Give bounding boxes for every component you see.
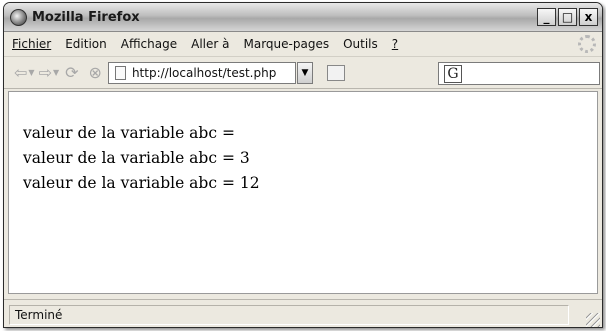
menu-edition-label: Edition <box>65 37 107 51</box>
search-box[interactable]: G <box>438 62 600 85</box>
back-dropdown-icon[interactable]: ▼ <box>28 68 34 77</box>
menu-marque-pages[interactable]: Marque-pages <box>238 37 336 51</box>
forward-arrow-icon[interactable]: ⇨ <box>39 61 52 85</box>
menu-edition[interactable]: Edition <box>59 37 113 51</box>
menu-outils[interactable]: Outils <box>337 37 384 51</box>
status-bar: Terminé <box>4 299 602 327</box>
navigation-toolbar: ⇦ ▼ ⇨ ▼ ⟳ ⊗ http://localhost/test.php ▼ … <box>4 56 602 89</box>
status-text: Terminé <box>9 304 569 325</box>
page-content: valeur de la variable abc = valeur de la… <box>8 91 598 294</box>
menu-affichage-label: Affichage <box>120 37 178 51</box>
throbber-icon <box>578 35 596 53</box>
resize-grip-icon[interactable] <box>586 313 600 327</box>
url-text: http://localhost/test.php <box>131 65 277 80</box>
stop-icon[interactable]: ⊗ <box>89 61 102 85</box>
title-bar[interactable]: Mozilla Firefox _ □ x <box>4 3 602 32</box>
menu-bar: Fichier Edition Affichage Aller à Marque… <box>4 33 602 55</box>
menu-aller[interactable]: Aller à <box>185 37 235 51</box>
content-line-1: valeur de la variable abc = <box>23 124 235 142</box>
menu-fichier-label: Fichier <box>12 37 52 51</box>
url-dropdown-button[interactable]: ▼ <box>296 61 313 84</box>
maximize-button[interactable]: □ <box>558 8 577 26</box>
reload-icon[interactable]: ⟳ <box>65 61 78 85</box>
minimize-button[interactable]: _ <box>537 8 556 26</box>
menu-help-label: ? <box>391 37 399 51</box>
menu-affichage[interactable]: Affichage <box>115 37 183 51</box>
close-button[interactable]: x <box>579 8 598 26</box>
page-icon <box>114 65 126 80</box>
menu-help[interactable]: ? <box>386 37 404 51</box>
google-icon[interactable]: G <box>444 64 462 83</box>
back-arrow-icon[interactable]: ⇦ <box>14 61 27 85</box>
menu-aller-label: Aller à <box>191 37 230 51</box>
go-icon[interactable] <box>326 64 345 81</box>
content-line-3: valeur de la variable abc = 12 <box>23 174 260 192</box>
browser-window: Mozilla Firefox _ □ x Fichier Edition Af… <box>3 2 603 328</box>
menu-fichier[interactable]: Fichier <box>6 37 57 51</box>
window-title: Mozilla Firefox <box>32 9 140 25</box>
window-controls: _ □ x <box>537 8 598 26</box>
content-line-2: valeur de la variable abc = 3 <box>23 149 250 167</box>
menu-marque-pages-label: Marque-pages <box>243 37 330 51</box>
url-bar[interactable]: http://localhost/test.php <box>107 61 296 84</box>
firefox-logo-icon <box>10 8 27 26</box>
menu-outils-label: Outils <box>343 37 378 51</box>
forward-dropdown-icon[interactable]: ▼ <box>53 68 59 77</box>
